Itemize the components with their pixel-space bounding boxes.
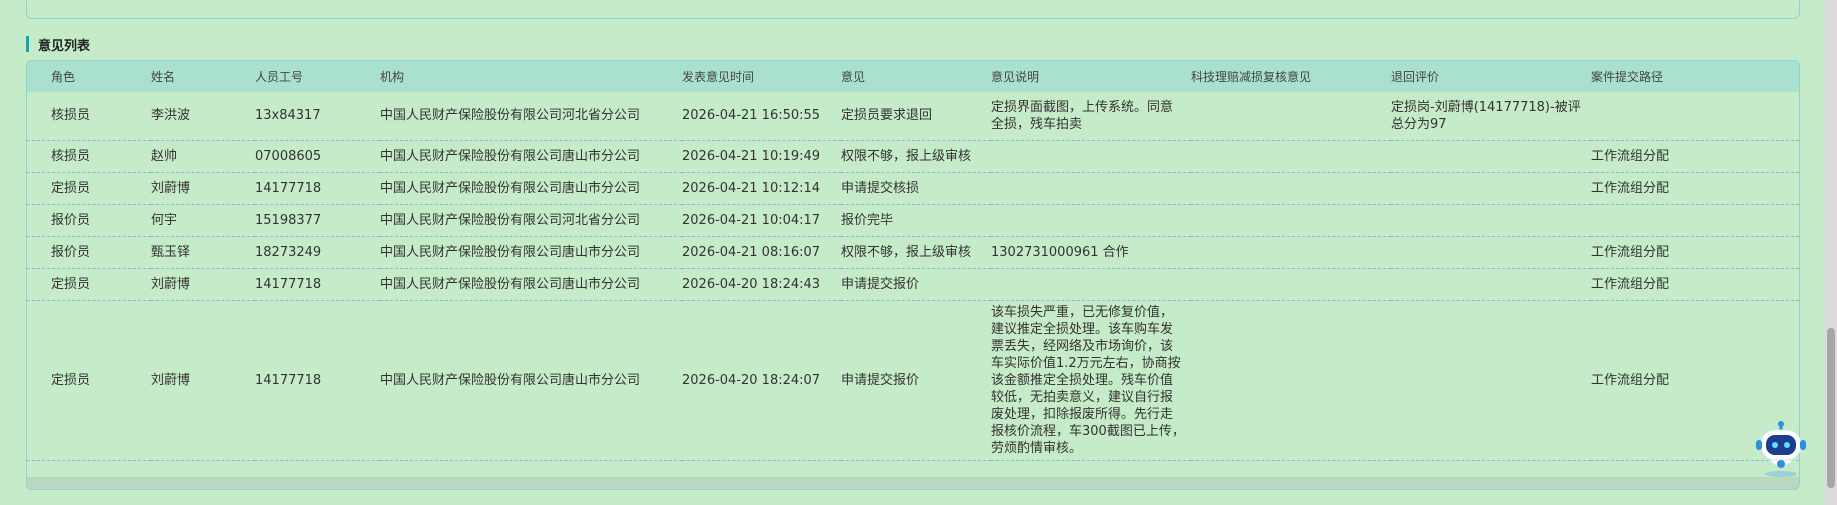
cell-staff-id: 14177718 (255, 268, 380, 301)
opinion-table-container: 角色 姓名 人员工号 机构 发表意见时间 意见 意见说明 科技理赔减损复核意见 … (26, 60, 1800, 490)
page-scrollbar-thumb[interactable] (1827, 328, 1835, 488)
cell-time: 2026-04-20 18:24:07 (682, 300, 841, 461)
cell-return-eval (1391, 300, 1591, 461)
cell-staff-id: 14177718 (255, 172, 380, 205)
cell-review-opinion (1191, 236, 1391, 269)
cell-submit-path: 工作流组分配 (1591, 140, 1799, 173)
cell-opinion-desc: 定损界面截图，上传系统。同意全损，残车拍卖 (991, 92, 1191, 141)
cell-opinion: 定损员要求退回 (841, 92, 991, 141)
table-row[interactable]: 核损员 赵帅 07008605 中国人民财产保险股份有限公司唐山市分公司 202… (27, 140, 1799, 173)
cell-review-opinion (1191, 140, 1391, 173)
section-title: 意见列表 (38, 38, 91, 54)
cell-return-eval (1391, 236, 1591, 269)
cell-time: 2026-04-21 10:12:14 (682, 172, 841, 205)
cell-time: 2026-04-21 16:50:55 (682, 92, 841, 141)
cell-review-opinion (1191, 204, 1391, 237)
section-accent-bar (26, 36, 29, 52)
cell-submit-path (1591, 92, 1799, 141)
cell-organization: 中国人民财产保险股份有限公司唐山市分公司 (380, 300, 682, 461)
cell-staff-id: 14177718 (255, 300, 380, 461)
cell-opinion: 权限不够，报上级审核 (841, 236, 991, 269)
cell-opinion-desc (991, 140, 1191, 173)
cell-name: 赵帅 (151, 140, 255, 173)
cell-submit-path (1591, 204, 1799, 237)
cell-return-eval (1391, 204, 1591, 237)
cell-staff-id: 15198377 (255, 204, 380, 237)
cell-opinion-desc (991, 204, 1191, 237)
cell-role: 定损员 (27, 172, 151, 205)
header-submit-path: 案件提交路径 (1591, 70, 1664, 84)
cell-role: 定损员 (27, 300, 151, 461)
cell-role: 核损员 (27, 92, 151, 141)
cell-staff-id: 13x84317 (255, 92, 380, 141)
opinion-table: 角色 姓名 人员工号 机构 发表意见时间 意见 意见说明 科技理赔减损复核意见 … (27, 61, 1799, 461)
table-row[interactable]: 报价员 甄玉铎 18273249 中国人民财产保险股份有限公司唐山市分公司 20… (27, 236, 1799, 269)
cell-role: 核损员 (27, 140, 151, 173)
cell-opinion-desc: 1302731000961 合作 (991, 236, 1191, 269)
cell-name: 刘蔚博 (151, 172, 255, 205)
section-header: 意见列表 (26, 35, 91, 54)
page-vertical-scrollbar[interactable] (1825, 0, 1837, 505)
cell-return-eval (1391, 268, 1591, 301)
table-row[interactable]: 定损员 刘蔚博 14177718 中国人民财产保险股份有限公司唐山市分公司 20… (27, 300, 1799, 461)
cell-submit-path: 工作流组分配 (1591, 268, 1799, 301)
cell-time: 2026-04-21 10:04:17 (682, 204, 841, 237)
header-review-opinion: 科技理赔减损复核意见 (1191, 70, 1312, 84)
cell-role: 定损员 (27, 268, 151, 301)
cell-name: 李洪波 (151, 92, 255, 141)
cell-name: 甄玉铎 (151, 236, 255, 269)
cell-submit-path: 工作流组分配 (1591, 236, 1799, 269)
cell-opinion: 权限不够，报上级审核 (841, 140, 991, 173)
header-organization: 机构 (380, 70, 405, 84)
table-row[interactable]: 定损员 刘蔚博 14177718 中国人民财产保险股份有限公司唐山市分公司 20… (27, 268, 1799, 301)
table-row[interactable]: 核损员 李洪波 13x84317 中国人民财产保险股份有限公司河北省分公司 20… (27, 92, 1799, 141)
cell-review-opinion (1191, 300, 1391, 461)
cell-role: 报价员 (27, 236, 151, 269)
header-return-eval: 退回评价 (1391, 70, 1440, 84)
cell-name: 刘蔚博 (151, 300, 255, 461)
cell-opinion-desc (991, 172, 1191, 205)
header-opinion-desc: 意见说明 (991, 70, 1040, 84)
cell-staff-id: 07008605 (255, 140, 380, 173)
cell-return-eval (1391, 140, 1591, 173)
cell-time: 2026-04-21 10:19:49 (682, 140, 841, 173)
cell-role: 报价员 (27, 204, 151, 237)
table-header-row: 角色 姓名 人员工号 机构 发表意见时间 意见 意见说明 科技理赔减损复核意见 … (27, 61, 1799, 92)
header-opinion: 意见 (841, 70, 866, 84)
cell-organization: 中国人民财产保险股份有限公司河北省分公司 (380, 92, 682, 141)
cell-name: 何宇 (151, 204, 255, 237)
cell-opinion: 申请提交报价 (841, 268, 991, 301)
cell-name: 刘蔚博 (151, 268, 255, 301)
header-staff-id: 人员工号 (255, 70, 304, 84)
cell-opinion: 申请提交报价 (841, 300, 991, 461)
cell-review-opinion (1191, 172, 1391, 205)
cell-return-eval (1391, 172, 1591, 205)
cell-time: 2026-04-21 08:16:07 (682, 236, 841, 269)
cell-organization: 中国人民财产保险股份有限公司河北省分公司 (380, 204, 682, 237)
robot-assistant-icon[interactable] (1752, 416, 1810, 478)
cell-staff-id: 18273249 (255, 236, 380, 269)
cell-time: 2026-04-20 18:24:43 (682, 268, 841, 301)
table-row[interactable]: 定损员 刘蔚博 14177718 中国人民财产保险股份有限公司唐山市分公司 20… (27, 172, 1799, 205)
header-role: 角色 (51, 70, 76, 84)
table-row[interactable]: 报价员 何宇 15198377 中国人民财产保险股份有限公司河北省分公司 202… (27, 204, 1799, 237)
cell-review-opinion (1191, 92, 1391, 141)
cell-submit-path: 工作流组分配 (1591, 172, 1799, 205)
cell-opinion: 报价完毕 (841, 204, 991, 237)
cell-organization: 中国人民财产保险股份有限公司唐山市分公司 (380, 172, 682, 205)
cell-organization: 中国人民财产保险股份有限公司唐山市分公司 (380, 268, 682, 301)
cell-review-opinion (1191, 268, 1391, 301)
cell-return-eval: 定损岗-刘蔚博(14177718)-被评总分为97 (1391, 92, 1591, 141)
header-name: 姓名 (151, 70, 176, 84)
header-time: 发表意见时间 (682, 70, 755, 84)
cell-opinion-desc: 该车损失严重，已无修复价值，建议推定全损处理。该车购车发票丢失，经网络及市场询价… (991, 300, 1191, 461)
upper-panel (26, 0, 1800, 19)
cell-opinion-desc (991, 268, 1191, 301)
cell-organization: 中国人民财产保险股份有限公司唐山市分公司 (380, 140, 682, 173)
table-horizontal-scrollbar[interactable] (27, 477, 1799, 489)
cell-organization: 中国人民财产保险股份有限公司唐山市分公司 (380, 236, 682, 269)
cell-opinion: 申请提交核损 (841, 172, 991, 205)
